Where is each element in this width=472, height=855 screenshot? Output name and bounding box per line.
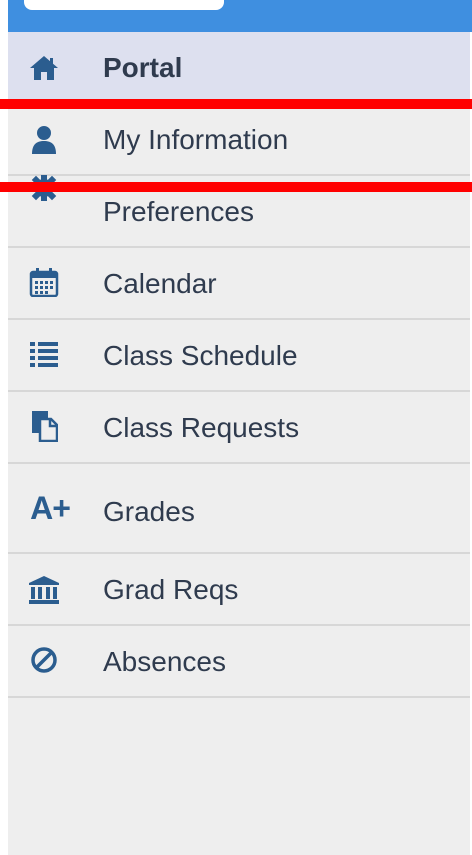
sidebar-item-absences[interactable]: Absences [8,626,470,698]
header-bar [8,0,472,32]
calendar-icon [22,264,66,300]
sidebar-item-label: Grad Reqs [103,574,239,605]
list-icon [22,336,66,372]
sidebar-item-label: Portal [103,52,183,83]
sidebar-item-my-information[interactable]: My Information [8,104,470,176]
sidebar-item-label: My Information [103,124,289,155]
sidebar-item-portal[interactable]: Portal [8,32,470,104]
documents-icon [22,408,66,444]
a-plus-icon: A+ [30,489,71,526]
sidebar-item-label: Class Requests [103,412,300,443]
sidebar-item-class-schedule[interactable]: Class Schedule [8,320,470,392]
user-icon [22,122,66,158]
sidebar-item-label: Class Schedule [103,340,298,371]
search-box[interactable] [24,0,224,10]
sidebar-item-class-requests[interactable]: Class Requests [8,392,470,464]
sidebar-nav: Portal My Information Preferences Calend… [8,32,470,855]
sidebar-item-grades[interactable]: A+ Grades [8,464,470,554]
sidebar-item-label: Absences [103,646,226,677]
sidebar-item-grad-reqs[interactable]: Grad Reqs [8,554,470,626]
home-icon [22,50,66,86]
sidebar-item-label: Calendar [103,268,217,299]
app-frame: Portal My Information Preferences Calend… [0,0,472,855]
sidebar-item-label: Preferences [103,196,254,227]
highlight-line-top [0,99,472,109]
sidebar-item-calendar[interactable]: Calendar [8,248,470,320]
sidebar-item-label: Grades [103,496,195,527]
highlight-line-bottom [0,182,472,192]
ban-icon [22,642,66,678]
institution-icon [22,572,66,608]
